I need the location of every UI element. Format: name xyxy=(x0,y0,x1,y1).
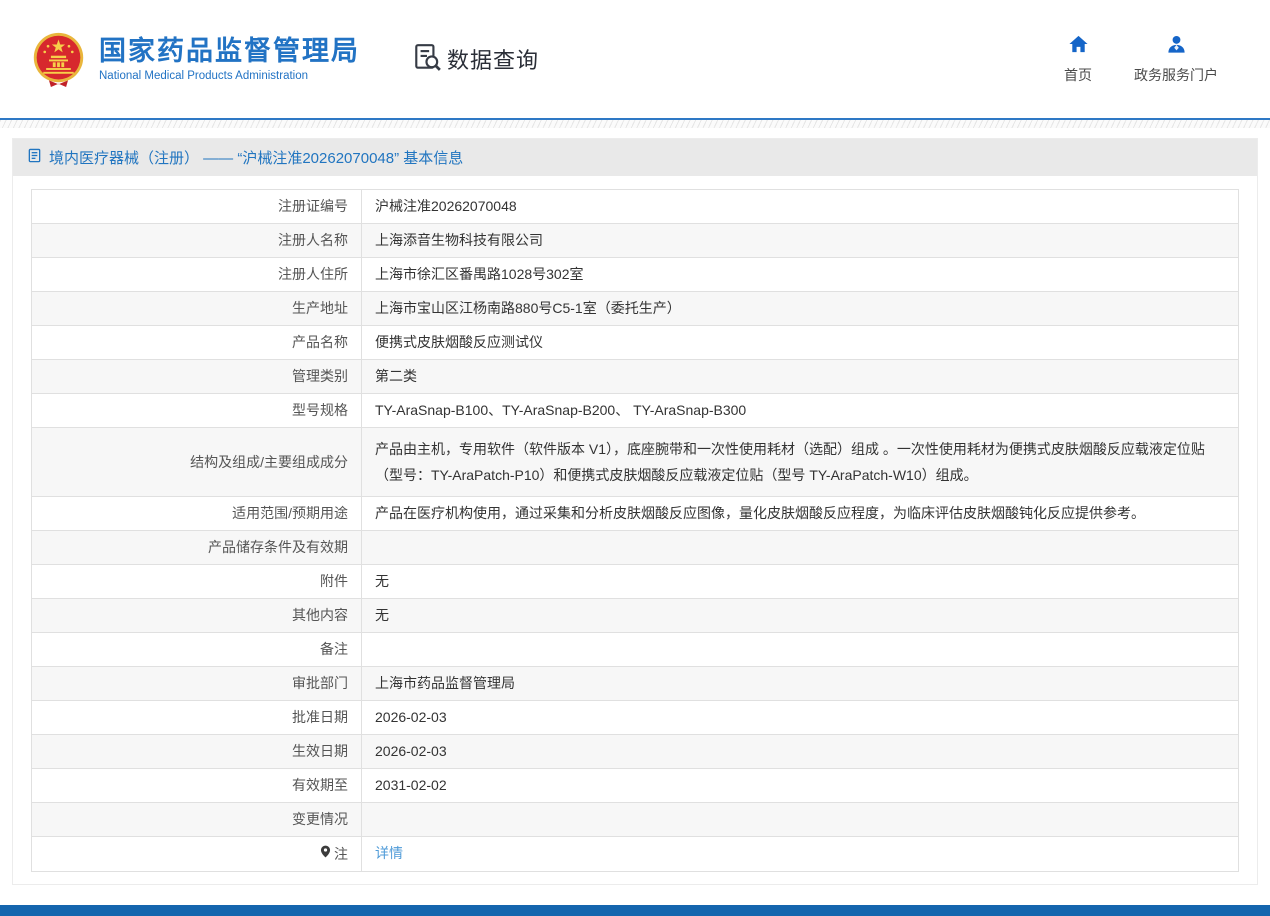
site-header: 国家药品监督管理局 National Medical Products Admi… xyxy=(0,0,1270,118)
top-nav: 首页 政务服务门户 xyxy=(1064,34,1218,85)
agency-name-en: National Medical Products Administration xyxy=(99,70,360,82)
field-value: 产品由主机，专用软件（软件版本 V1），底座腕带和一次性使用耗材（选配）组成 。… xyxy=(362,428,1239,497)
registration-info-table: 注册证编号 沪械注准20262070048 注册人名称 上海添音生物科技有限公司… xyxy=(31,189,1239,872)
national-emblem-logo xyxy=(30,31,87,88)
agency-title-block: 国家药品监督管理局 National Medical Products Admi… xyxy=(99,36,360,82)
field-label: 注 xyxy=(32,837,362,872)
field-label: 产品储存条件及有效期 xyxy=(32,531,362,565)
table-row: 注册证编号 沪械注准20262070048 xyxy=(32,190,1239,224)
table-row: 注册人住所 上海市徐汇区番禺路1028号302室 xyxy=(32,258,1239,292)
field-value: 第二类 xyxy=(362,360,1239,394)
field-value: 便携式皮肤烟酸反应测试仪 xyxy=(362,326,1239,360)
field-value: 上海添音生物科技有限公司 xyxy=(362,224,1239,258)
table-row: 生效日期 2026-02-03 xyxy=(32,735,1239,769)
field-label: 备注 xyxy=(32,633,362,667)
content-panel: 境内医疗器械（注册） —— “沪械注准20262070048” 基本信息 注册证… xyxy=(12,138,1258,885)
home-icon xyxy=(1068,34,1089,58)
table-row: 结构及组成/主要组成成分 产品由主机，专用软件（软件版本 V1），底座腕带和一次… xyxy=(32,428,1239,497)
field-value: 无 xyxy=(362,565,1239,599)
table-row: 注册人名称 上海添音生物科技有限公司 xyxy=(32,224,1239,258)
agency-name-zh: 国家药品监督管理局 xyxy=(99,36,360,66)
field-label: 批准日期 xyxy=(32,701,362,735)
field-value: 上海市宝山区江杨南路880号C5-1室（委托生产） xyxy=(362,292,1239,326)
field-label: 生产地址 xyxy=(32,292,362,326)
field-value: 2031-02-02 xyxy=(362,769,1239,803)
field-value xyxy=(362,633,1239,667)
document-icon xyxy=(27,148,42,168)
table-row: 其他内容 无 xyxy=(32,599,1239,633)
document-search-icon xyxy=(412,42,442,77)
user-icon xyxy=(1166,34,1187,58)
field-value: 无 xyxy=(362,599,1239,633)
field-label: 生效日期 xyxy=(32,735,362,769)
table-row: 附件 无 xyxy=(32,565,1239,599)
field-label: 注册人名称 xyxy=(32,224,362,258)
table-row: 产品名称 便携式皮肤烟酸反应测试仪 xyxy=(32,326,1239,360)
table-row: 备注 xyxy=(32,633,1239,667)
map-pin-icon xyxy=(319,844,332,865)
field-label: 产品名称 xyxy=(32,326,362,360)
table-row-note: 注 详情 xyxy=(32,837,1239,872)
field-value: 沪械注准20262070048 xyxy=(362,190,1239,224)
table-row: 管理类别 第二类 xyxy=(32,360,1239,394)
table-row: 产品储存条件及有效期 xyxy=(32,531,1239,565)
field-label: 有效期至 xyxy=(32,769,362,803)
table-row: 生产地址 上海市宝山区江杨南路880号C5-1室（委托生产） xyxy=(32,292,1239,326)
field-label: 型号规格 xyxy=(32,394,362,428)
table-row: 批准日期 2026-02-03 xyxy=(32,701,1239,735)
module-title: 数据查询 xyxy=(447,43,539,75)
footer-accent-bar xyxy=(0,905,1270,916)
field-value: 2026-02-03 xyxy=(362,701,1239,735)
detail-link[interactable]: 详情 xyxy=(375,845,403,861)
table-row: 适用范围/预期用途 产品在医疗机构使用，通过采集和分析皮肤烟酸反应图像，量化皮肤… xyxy=(32,497,1239,531)
nav-item-label: 政务服务门户 xyxy=(1134,65,1218,85)
field-value xyxy=(362,803,1239,837)
nav-item-portal[interactable]: 政务服务门户 xyxy=(1134,34,1218,85)
field-value: 产品在医疗机构使用，通过采集和分析皮肤烟酸反应图像，量化皮肤烟酸反应程度，为临床… xyxy=(362,497,1239,531)
field-value xyxy=(362,531,1239,565)
field-label: 审批部门 xyxy=(32,667,362,701)
data-query-module: 数据查询 xyxy=(412,42,539,77)
field-label: 适用范围/预期用途 xyxy=(32,497,362,531)
field-value: 2026-02-03 xyxy=(362,735,1239,769)
table-row: 变更情况 xyxy=(32,803,1239,837)
field-label: 注册证编号 xyxy=(32,190,362,224)
field-label: 注册人住所 xyxy=(32,258,362,292)
hatch-divider xyxy=(0,120,1270,128)
field-label: 管理类别 xyxy=(32,360,362,394)
field-label: 结构及组成/主要组成成分 xyxy=(32,428,362,497)
table-row: 型号规格 TY-AraSnap-B100、TY-AraSnap-B200、 TY… xyxy=(32,394,1239,428)
field-value: 上海市徐汇区番禺路1028号302室 xyxy=(362,258,1239,292)
table-row: 审批部门 上海市药品监督管理局 xyxy=(32,667,1239,701)
field-value: 详情 xyxy=(362,837,1239,872)
field-label: 附件 xyxy=(32,565,362,599)
section-title-bar: 境内医疗器械（注册） —— “沪械注准20262070048” 基本信息 xyxy=(13,139,1257,176)
page-title: 境内医疗器械（注册） —— “沪械注准20262070048” 基本信息 xyxy=(49,147,463,168)
field-label: 其他内容 xyxy=(32,599,362,633)
field-label: 变更情况 xyxy=(32,803,362,837)
field-value: TY-AraSnap-B100、TY-AraSnap-B200、 TY-AraS… xyxy=(362,394,1239,428)
nav-item-home[interactable]: 首页 xyxy=(1064,34,1092,85)
table-row: 有效期至 2031-02-02 xyxy=(32,769,1239,803)
note-label: 注 xyxy=(334,844,348,865)
field-value: 上海市药品监督管理局 xyxy=(362,667,1239,701)
nav-item-label: 首页 xyxy=(1064,65,1092,85)
